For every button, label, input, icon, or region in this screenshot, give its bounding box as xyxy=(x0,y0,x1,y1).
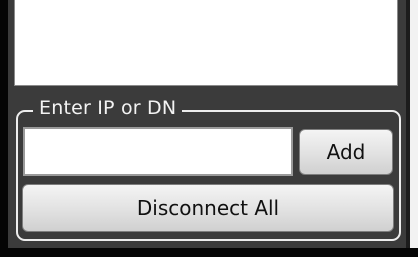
window-right-strip xyxy=(410,0,418,248)
connection-list[interactable] xyxy=(14,0,398,86)
ip-input[interactable] xyxy=(23,127,293,176)
window-bottom-border xyxy=(0,248,418,257)
ip-entry-group-label: Enter IP or DN xyxy=(33,94,183,122)
add-button[interactable]: Add xyxy=(299,129,393,175)
disconnect-all-button[interactable]: Disconnect All xyxy=(22,184,394,232)
window-left-border xyxy=(0,0,8,248)
